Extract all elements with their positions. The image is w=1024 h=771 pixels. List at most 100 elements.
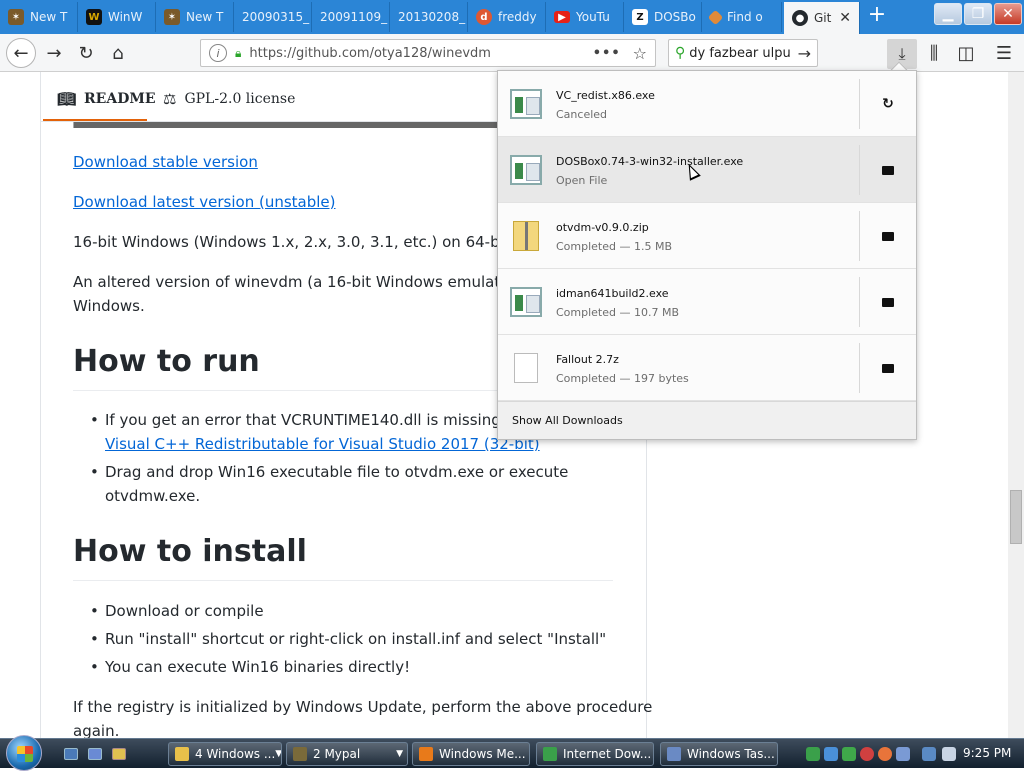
tab-strip: ✶ New T W WinW ✶ New T 20090315_ 2009110… (0, 0, 1024, 34)
scale-icon: ⚖ (163, 90, 177, 108)
bullet-dot: • (90, 658, 99, 676)
taskbar-button-mypal[interactable]: 2 Mypal ▼ (286, 742, 408, 766)
github-icon: ● (792, 10, 808, 26)
url-text[interactable]: https://github.com/otya128/winevdm (249, 46, 491, 61)
vertical-scrollbar[interactable] (1008, 72, 1024, 738)
taskbar: 4 Windows ... ▼ 2 Mypal ▼ Windows Me... … (0, 735, 1024, 771)
tray-display-icon[interactable] (896, 747, 910, 761)
download-item[interactable]: DOSBox0.74-3-win32-installer.exe Open Fi… (498, 137, 916, 203)
search-go-icon[interactable]: → (798, 44, 811, 63)
task-label: Windows Tas... (687, 747, 775, 761)
registry-line1: If the registry is initialized by Window… (73, 698, 653, 716)
tab-label: DOSBo (654, 10, 696, 24)
download-item[interactable]: VC_redist.x86.exe Canceled ↻ (498, 71, 916, 137)
run-bullet1-text: If you get an error that VCRUNTIME140.dl… (105, 411, 532, 429)
download-filename: DOSBox0.74-3-win32-installer.exe (556, 155, 744, 168)
tab-dosbox[interactable]: Z DOSBo (624, 2, 702, 32)
navigation-toolbar: ← → ↻ ⌂ i 🔒︎ https://github.com/otya128/… (0, 34, 1024, 72)
run-bullet2-line2: otvdmw.exe. (105, 487, 201, 505)
tray-security-icon[interactable] (842, 747, 856, 761)
heading-how-to-install: How to install (73, 534, 307, 569)
tab-label: freddy (498, 10, 537, 24)
tray-network-icon[interactable] (824, 747, 838, 761)
vc-redist-link[interactable]: Visual C++ Redistributable for Visual St… (105, 432, 540, 456)
show-in-folder-button[interactable] (870, 357, 906, 379)
tab-20091109[interactable]: 20091109_ (312, 2, 390, 32)
show-all-downloads-button[interactable]: Show All Downloads (498, 401, 916, 439)
download-filename: Fallout 2.7z (556, 353, 619, 366)
new-tab-button[interactable]: + (866, 4, 888, 28)
tab-youtube[interactable]: ▶ YouTu (546, 2, 624, 32)
download-latest-link[interactable]: Download latest version (unstable) (73, 193, 336, 211)
tab-label: Find o (727, 10, 763, 24)
tab-20090315[interactable]: 20090315_ (234, 2, 312, 32)
tray-network-connection-icon[interactable] (922, 747, 936, 761)
tray-app-icon[interactable] (878, 747, 892, 761)
home-button[interactable]: ⌂ (104, 39, 132, 67)
tray-warning-icon[interactable] (860, 747, 874, 761)
url-bar[interactable]: i 🔒︎ https://github.com/otya128/winevdm … (200, 39, 656, 67)
tab-readme[interactable]: 📖︎ README (57, 90, 156, 108)
system-clock[interactable]: 9:25 PM (963, 746, 1011, 760)
close-window-button[interactable]: ✕ (994, 3, 1022, 25)
search-value[interactable]: dy fazbear ulpu (689, 46, 790, 61)
tab-close-icon[interactable]: ✕ (839, 10, 851, 26)
bookmark-star-icon[interactable]: ☆ (633, 44, 647, 63)
show-desktop-icon[interactable] (64, 748, 78, 760)
taskbar-button-windows-explorer[interactable]: 4 Windows ... ▼ (168, 742, 282, 766)
info-icon[interactable]: i (209, 44, 227, 62)
tab-new-tab-1[interactable]: ✶ New T (0, 2, 78, 32)
scrollbar-thumb[interactable] (1010, 490, 1022, 544)
forward-button[interactable]: → (40, 39, 68, 67)
page-actions-icon[interactable]: ••• (593, 46, 621, 61)
taskbar-button-media-player[interactable]: Windows Me... (412, 742, 530, 766)
download-item[interactable]: idman641build2.exe Completed — 10.7 MB (498, 269, 916, 335)
show-in-folder-button[interactable] (870, 291, 906, 313)
download-item[interactable]: Fallout 2.7z Completed — 197 bytes (498, 335, 916, 401)
tab-label: YouTu (576, 10, 610, 24)
download-status: Canceled (556, 108, 608, 121)
altered-version-line1: An altered version of winevdm (a 16-bit … (73, 273, 527, 291)
download-status: Completed — 1.5 MB (556, 240, 673, 253)
search-input[interactable]: ⚲ dy fazbear ulpu → (668, 39, 818, 67)
show-in-folder-button[interactable] (870, 225, 906, 247)
tab-20130208[interactable]: 20130208_ (390, 2, 468, 32)
taskbar-button-task-manager[interactable]: Windows Tas... (660, 742, 778, 766)
sidebar-button[interactable]: ◫ (952, 39, 980, 67)
tab-winworld[interactable]: W WinW (78, 2, 156, 32)
tab-find[interactable]: Find o (702, 2, 782, 32)
task-label: Windows Me... (439, 747, 526, 761)
retry-button[interactable]: ↻ (870, 93, 906, 115)
minimize-icon: ▁ (942, 6, 954, 22)
tray-volume-icon[interactable] (942, 747, 956, 761)
download-item[interactable]: otvdm-v0.9.0.zip Completed — 1.5 MB (498, 203, 916, 269)
start-button[interactable] (6, 735, 42, 771)
book-icon: 📖︎ (57, 90, 77, 108)
tab-github-active[interactable]: ● Git ✕ (784, 2, 860, 34)
download-filename: otvdm-v0.9.0.zip (556, 221, 649, 234)
tab-license[interactable]: ⚖ GPL-2.0 license (163, 90, 295, 108)
tray-idm-icon[interactable] (806, 747, 820, 761)
library-button[interactable]: ⫼ (920, 39, 948, 67)
description-paragraph: 16-bit Windows (Windows 1.x, 2.x, 3.0, 3… (73, 233, 543, 251)
maximize-button[interactable]: ❐ (964, 3, 992, 25)
squirrel-icon: ✶ (8, 9, 24, 25)
tab-freddy[interactable]: d freddy (468, 2, 546, 32)
tab-label: 20090315_ (242, 10, 310, 24)
reload-icon: ↻ (78, 42, 94, 64)
show-in-folder-button[interactable] (870, 159, 906, 181)
download-stable-link[interactable]: Download stable version (73, 153, 258, 171)
reload-button[interactable]: ↻ (72, 39, 100, 67)
divider (859, 277, 860, 327)
tab-new-tab-2[interactable]: ✶ New T (156, 2, 234, 32)
run-bullet2-line1: Drag and drop Win16 executable file to o… (105, 463, 569, 481)
minimize-button[interactable]: ▁ (934, 3, 962, 25)
taskbar-button-internet-download-manager[interactable]: Internet Dow... (536, 742, 654, 766)
switch-windows-icon[interactable] (88, 748, 102, 760)
bullet-dot: • (90, 602, 99, 620)
explorer-icon[interactable] (112, 748, 126, 760)
duckduckgo-icon: d (476, 9, 492, 25)
tab-label: 20091109_ (320, 10, 388, 24)
back-button[interactable]: ← (6, 38, 36, 68)
menu-button[interactable]: ☰ (990, 39, 1018, 67)
